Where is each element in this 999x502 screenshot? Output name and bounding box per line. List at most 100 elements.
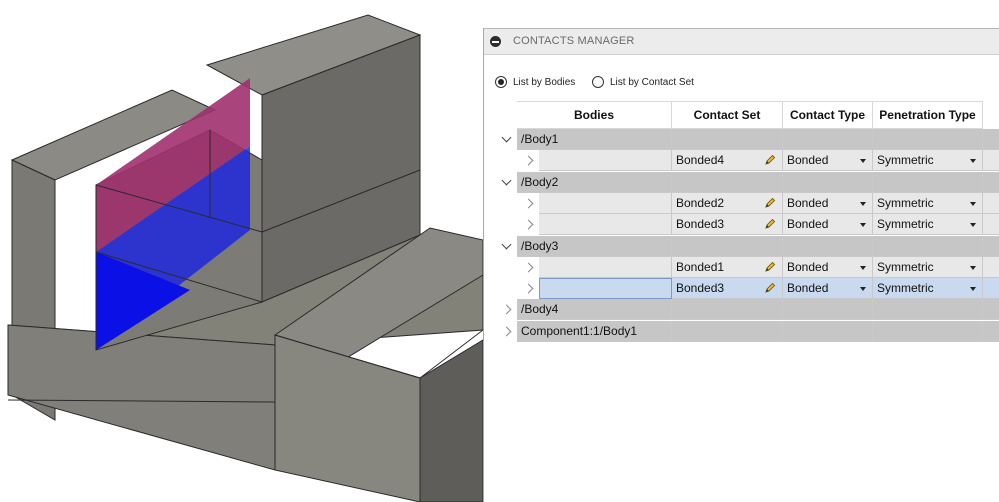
pencil-icon[interactable] [764,154,776,166]
contact-type-dropdown[interactable]: Bonded [783,192,873,214]
dropdown-arrow-icon[interactable] [970,287,976,292]
table-group-row[interactable]: /Body3 [495,235,999,257]
column-header-contact-set[interactable]: Contact Set [672,101,783,129]
empty-cell [783,299,873,321]
pencil-icon[interactable] [764,218,776,230]
table-group-row[interactable]: /Body1 [495,129,999,150]
column-header-penetration-type[interactable]: Penetration Type [873,101,983,129]
dropdown-arrow-icon[interactable] [860,159,866,164]
radio-list-by-bodies[interactable]: List by Bodies [495,73,575,91]
contact-type-value: Bonded [787,195,829,210]
contact-set-label: Bonded1 [676,259,725,274]
empty-cell [983,192,999,214]
penetration-type-dropdown[interactable]: Symmetric [873,150,983,172]
column-header-bodies[interactable]: Bodies [517,101,672,129]
contact-set-cell[interactable]: Bonded4 [672,150,783,172]
body-cell[interactable] [539,150,672,172]
chevron-right-icon[interactable] [517,257,539,278]
penetration-type-value: Symmetric [877,217,934,232]
empty-cell [873,235,983,257]
body-name-cell[interactable]: /Body3 [517,235,672,257]
panel-header: CONTACTS MANAGER [484,29,999,55]
empty-cell [983,150,999,172]
column-header-contact-type[interactable]: Contact Type [783,101,873,129]
dropdown-arrow-icon[interactable] [860,287,866,292]
chevron-down-icon[interactable] [495,129,517,150]
empty-cell [783,171,873,193]
body-name-cell[interactable]: /Body2 [517,171,672,193]
contact-set-cell[interactable]: Bonded3 [672,278,783,300]
body-name-cell[interactable]: /Body4 [517,299,672,321]
table-row[interactable]: Bonded2 Bonded Symmetric [495,192,999,214]
body-cell[interactable] [539,278,672,300]
table-group-row[interactable]: Component1:1/Body1 [495,320,999,342]
chevron-right-icon[interactable] [517,193,539,214]
table-row[interactable]: Bonded3 Bonded Symmetric [495,278,999,300]
table-row[interactable]: Bonded1 Bonded Symmetric [495,256,999,278]
contact-set-cell[interactable]: Bonded3 [672,214,783,236]
contact-set-cell[interactable]: Bonded1 [672,256,783,278]
body-name-cell[interactable]: /Body1 [517,129,672,150]
chevron-down-icon[interactable] [495,236,517,257]
panel-title: CONTACTS MANAGER [513,35,635,47]
contact-set-label: Bonded4 [676,153,725,168]
body-name-cell[interactable]: Component1:1/Body1 [517,320,672,342]
penetration-type-value: Symmetric [877,195,934,210]
contact-set-label: Bonded2 [676,195,725,210]
chevron-right-icon[interactable] [495,299,517,320]
penetration-type-dropdown[interactable]: Symmetric [873,256,983,278]
contact-set-label: Bonded3 [676,281,725,296]
radio-list-by-contact-set[interactable]: List by Contact Set [592,73,694,91]
pencil-icon[interactable] [764,261,776,273]
empty-cell [783,320,873,342]
table-row[interactable]: Bonded4 Bonded Symmetric [495,150,999,172]
contact-type-dropdown[interactable]: Bonded [783,150,873,172]
empty-cell [672,299,783,321]
empty-cell [783,235,873,257]
penetration-type-value: Symmetric [877,259,934,274]
radio-button-icon[interactable] [592,76,604,88]
empty-cell [873,171,983,193]
contact-type-dropdown[interactable]: Bonded [783,278,873,300]
empty-cell [983,256,999,278]
body-cell[interactable] [539,256,672,278]
table-group-row[interactable]: /Body2 [495,171,999,193]
penetration-type-dropdown[interactable]: Symmetric [873,278,983,300]
chevron-right-icon[interactable] [495,321,517,342]
contact-type-value: Bonded [787,281,829,296]
chevron-right-icon[interactable] [517,278,539,299]
pencil-icon[interactable] [764,197,776,209]
dropdown-arrow-icon[interactable] [970,201,976,206]
table-group-row[interactable]: /Body4 [495,299,999,321]
contact-type-dropdown[interactable]: Bonded [783,214,873,236]
contact-type-value: Bonded [787,153,829,168]
dropdown-arrow-icon[interactable] [970,265,976,270]
table-row[interactable]: Bonded3 Bonded Symmetric [495,214,999,236]
pencil-icon[interactable] [764,282,776,294]
empty-cell [983,235,999,257]
penetration-type-dropdown[interactable]: Symmetric [873,214,983,236]
empty-cell [672,235,783,257]
body-cell[interactable] [539,192,672,214]
radio-label: List by Bodies [513,76,576,88]
chevron-right-icon[interactable] [517,214,539,235]
dropdown-arrow-icon[interactable] [970,159,976,164]
chevron-right-icon[interactable] [517,150,539,171]
body-cell[interactable] [539,214,672,236]
empty-cell [672,171,783,193]
contact-type-value: Bonded [787,217,829,232]
contact-type-dropdown[interactable]: Bonded [783,256,873,278]
collapse-icon[interactable] [490,36,501,47]
dropdown-arrow-icon[interactable] [860,201,866,206]
radio-button-icon[interactable] [495,76,507,88]
penetration-type-dropdown[interactable]: Symmetric [873,192,983,214]
contact-set-cell[interactable]: Bonded2 [672,192,783,214]
chevron-down-icon[interactable] [495,172,517,193]
dropdown-arrow-icon[interactable] [970,223,976,228]
empty-cell [983,129,999,150]
radio-label: List by Contact Set [610,76,694,88]
empty-cell [983,171,999,193]
empty-cell [873,320,983,342]
dropdown-arrow-icon[interactable] [860,223,866,228]
dropdown-arrow-icon[interactable] [860,265,866,270]
